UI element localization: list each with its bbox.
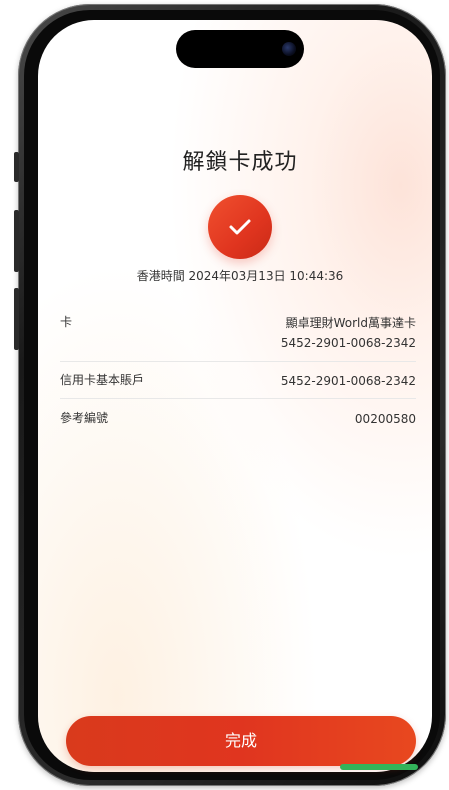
page-title: 解鎖卡成功 bbox=[182, 150, 298, 175]
volume-up-button bbox=[14, 210, 19, 272]
detail-row-credit-account: 信用卡基本賬戶 5452-2901-0068-2342 bbox=[60, 371, 416, 391]
app-screen bbox=[38, 20, 432, 772]
check-circle-icon bbox=[208, 195, 272, 259]
divider bbox=[60, 361, 416, 362]
volume-down-button bbox=[14, 288, 19, 350]
dynamic-island bbox=[176, 30, 304, 68]
reference-value: 00200580 bbox=[354, 412, 416, 426]
transaction-timestamp: 香港時間 2024年03月13日 10:44:36 bbox=[136, 269, 344, 283]
green-indicator bbox=[340, 764, 418, 770]
front-camera-icon bbox=[282, 42, 296, 56]
card-number: 5452-2901-0068-2342 bbox=[280, 336, 416, 350]
card-value: 顯卓理財World萬事達卡 5452-2901-0068-2342 bbox=[281, 313, 416, 353]
divider bbox=[60, 398, 416, 399]
checkmark-icon bbox=[229, 219, 251, 235]
reference-label: 參考編號 bbox=[60, 411, 109, 425]
credit-account-value: 5452-2901-0068-2342 bbox=[280, 374, 416, 388]
screen-background-glow bbox=[38, 20, 432, 772]
card-name: 顯卓理財World萬事達卡 bbox=[285, 316, 416, 330]
detail-row-reference: 參考編號 00200580 bbox=[60, 409, 416, 429]
credit-account-label: 信用卡基本賬戶 bbox=[60, 373, 145, 387]
done-button[interactable]: 完成 bbox=[66, 716, 416, 766]
card-label: 卡 bbox=[60, 315, 73, 329]
detail-row-card: 卡 顯卓理財World萬事達卡 5452-2901-0068-2342 bbox=[60, 313, 416, 355]
